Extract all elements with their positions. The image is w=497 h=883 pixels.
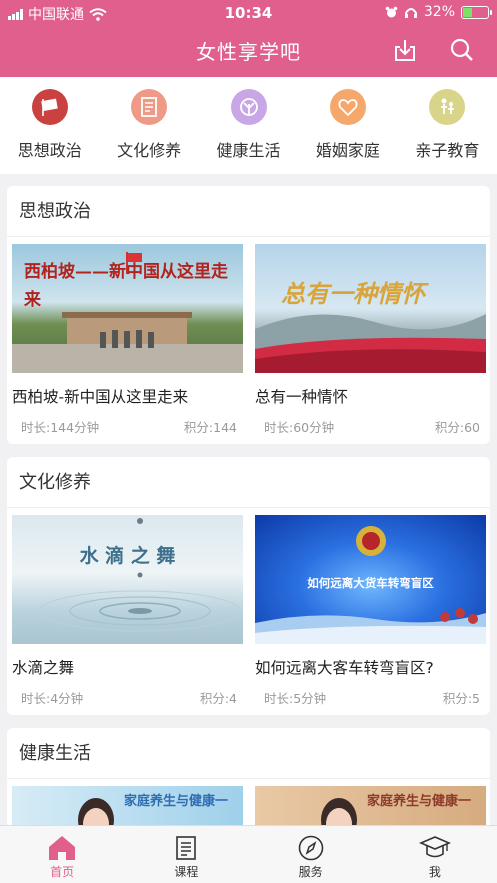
thumbnail-caption: 家庭养生与健康一: [124, 794, 229, 809]
section-title: 文化修养: [7, 457, 490, 508]
course-title: 总有一种情怀: [255, 388, 349, 406]
thumbnail-caption: 西柏坡——新中国从这里走来: [24, 262, 228, 310]
category-parenting[interactable]: 亲子教育: [398, 77, 497, 174]
thumbnail-caption: 如何远离大货车转弯盲区: [307, 576, 434, 590]
compass-icon: [298, 835, 323, 861]
download-icon[interactable]: [392, 37, 418, 63]
section-title: 思想政治: [7, 186, 490, 237]
course-points: 积分:4: [199, 691, 237, 706]
category-label: 婚姻家庭: [315, 141, 380, 160]
course-points: 积分:144: [183, 420, 237, 435]
course-icon: [176, 836, 197, 860]
category-family[interactable]: 婚姻家庭: [298, 77, 397, 174]
course-thumbnail: 水 滴 之 舞: [12, 515, 243, 644]
alarm-icon: [385, 6, 398, 17]
course-duration: 时长:60分钟: [264, 420, 335, 435]
search-icon[interactable]: [449, 37, 475, 63]
section-title: 健康生活: [7, 728, 490, 779]
book-icon: [131, 89, 168, 125]
tab-courses[interactable]: 课程: [124, 826, 248, 883]
thumbnail-caption: 水 滴 之 舞: [79, 545, 176, 567]
home-icon: [49, 836, 76, 860]
course-duration: 时长:144分钟: [21, 420, 100, 435]
course-title: 如何远离大客车转弯盲区?: [255, 659, 434, 677]
battery-percent: 32%: [423, 4, 455, 20]
course-title: 水滴之舞: [12, 659, 75, 677]
profile-icon: [418, 836, 451, 858]
tab-services[interactable]: 服务: [249, 826, 373, 883]
course-card[interactable]: 西柏坡——新中国从这里走来 西柏坡-新中国从这里走来 时长:144分钟 积分:1…: [12, 244, 243, 436]
tab-label: 服务: [298, 865, 323, 879]
section-politics: 思想政治 西柏坡——新中国从这里走来 西柏坡-新中国从这里走来 时长:144分钟…: [7, 186, 490, 444]
family-icon: [429, 89, 466, 125]
top-bar: 中国联通 10:34 32% 女性享学吧: [0, 0, 497, 77]
tab-label: 首页: [50, 865, 75, 879]
thumbnail-caption: 家庭养生与健康一: [367, 794, 472, 809]
page-title: 女性享学吧: [196, 40, 301, 64]
course-points: 积分:5: [442, 691, 480, 706]
course-thumbnail: 如何远离大货车转弯盲区: [255, 515, 486, 644]
category-label: 思想政治: [17, 141, 82, 160]
course-points: 积分:60: [434, 420, 480, 435]
course-card[interactable]: 如何远离大货车转弯盲区 如何远离大客车转弯盲区? 时长:5分钟 积分:5: [255, 515, 486, 707]
tab-label: 课程: [174, 865, 199, 879]
course-thumbnail: 总有一种情怀: [255, 244, 486, 373]
battery-icon: [461, 5, 492, 19]
category-culture[interactable]: 文化修养: [99, 77, 198, 174]
tab-me[interactable]: 我: [373, 826, 497, 883]
leaf-icon: [230, 89, 267, 125]
course-duration: 时长:5分钟: [264, 691, 327, 706]
course-card[interactable]: 总有一种情怀 总有一种情怀 时长:60分钟 积分:60: [255, 244, 486, 436]
flag-icon: [31, 89, 68, 125]
headphones-icon: [404, 7, 417, 18]
thumbnail-caption: 总有一种情怀: [281, 279, 425, 308]
status-bar: 中国联通 10:34 32%: [0, 0, 497, 26]
category-health[interactable]: 健康生活: [199, 77, 298, 174]
category-label: 健康生活: [216, 141, 281, 160]
section-culture: 文化修养 水 滴 之 舞 水滴之舞 时长:4分钟 积分:4 如何远离大货车转弯盲…: [7, 457, 490, 715]
category-politics[interactable]: 思想政治: [0, 77, 99, 174]
course-title: 西柏坡-新中国从这里走来: [12, 388, 189, 406]
course-thumbnail: 西柏坡——新中国从这里走来: [12, 244, 243, 373]
bottom-tab-bar: 首页 课程 服务 我: [0, 825, 497, 883]
tab-home[interactable]: 首页: [0, 826, 124, 883]
category-label: 亲子教育: [415, 141, 480, 160]
tab-label: 我: [428, 865, 441, 879]
course-duration: 时长:4分钟: [21, 691, 84, 706]
heart-icon: [329, 89, 366, 125]
category-bar: 思想政治 文化修养 健康生活 婚姻家庭 亲子教育: [0, 77, 497, 174]
category-label: 文化修养: [117, 141, 182, 160]
course-card[interactable]: 水 滴 之 舞 水滴之舞 时长:4分钟 积分:4: [12, 515, 243, 707]
